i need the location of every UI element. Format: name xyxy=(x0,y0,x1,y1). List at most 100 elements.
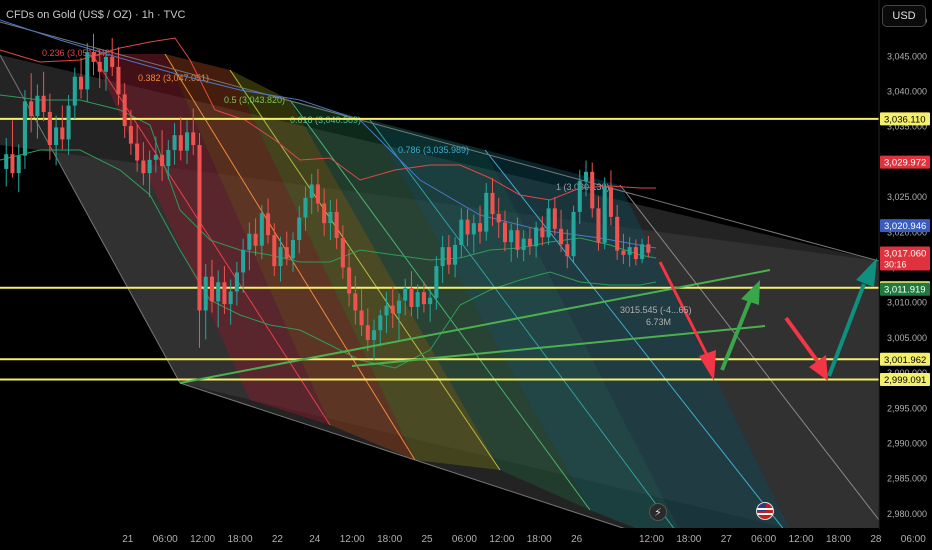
candle-body xyxy=(390,305,395,314)
candle-body xyxy=(97,61,102,72)
us-flag-icon[interactable] xyxy=(756,502,774,520)
candle-body xyxy=(440,247,445,267)
x-tick-label: 12:00 xyxy=(190,534,215,545)
candle-body xyxy=(259,213,264,246)
candle-body xyxy=(297,217,302,241)
candle-body xyxy=(640,244,645,260)
candle-body xyxy=(347,267,352,294)
candle-body xyxy=(484,192,489,232)
candle-body xyxy=(477,223,483,232)
y-tick-label: 3,045.000 xyxy=(887,51,927,61)
price-badge: 3,020.946 xyxy=(880,219,930,233)
price-badge-label: 3,020.946 xyxy=(884,221,926,232)
price-axis-panel[interactable] xyxy=(879,0,932,550)
candle-body xyxy=(153,154,158,160)
candle-body xyxy=(66,105,71,140)
price-badge: 3,029.972 xyxy=(880,155,930,169)
y-tick-label: 3,005.000 xyxy=(887,333,927,343)
candle-body xyxy=(35,95,40,117)
candle-body xyxy=(496,214,501,223)
candle-body xyxy=(203,276,208,311)
candle-body xyxy=(272,235,277,267)
candle-body xyxy=(521,238,526,250)
candle-body xyxy=(434,266,439,298)
candle-body xyxy=(446,247,451,265)
candle-body xyxy=(184,132,190,151)
candle-body xyxy=(534,227,539,247)
price-badge: 3,001.962 xyxy=(880,352,930,366)
candle-body xyxy=(340,237,345,268)
candle-body xyxy=(334,211,339,238)
candle-body xyxy=(409,287,414,307)
candle-body xyxy=(309,184,314,198)
x-tick-label: 12:00 xyxy=(789,534,814,545)
candle-body xyxy=(596,208,601,243)
x-tick-label: 12:00 xyxy=(489,534,514,545)
candle-body xyxy=(546,208,551,238)
candle-body xyxy=(552,208,557,229)
candle-body xyxy=(72,76,77,106)
candle-body xyxy=(365,325,370,341)
candle-body xyxy=(284,247,289,259)
candle-body xyxy=(315,184,320,204)
candle-body xyxy=(328,211,333,224)
x-axis: 21 06:00 12:00 18:00 22 24 12:00 18:00 25 06:00 12… xyxy=(122,534,926,545)
price-badge: 3,017.06030:16 xyxy=(880,246,930,271)
candle-body xyxy=(4,154,9,169)
candle-body xyxy=(209,276,214,302)
range-annotation: 3015.545 (-4...65) xyxy=(620,305,692,315)
x-tick-label: 18:00 xyxy=(676,534,701,545)
price-badge-label: 2,999.091 xyxy=(884,375,926,386)
y-tick-label: 3,010.000 xyxy=(887,298,927,308)
chart-title: CFDs on Gold (US$ / OZ) · 1h · TVC xyxy=(6,9,186,21)
y-tick-label: 2,990.000 xyxy=(887,439,927,449)
price-badge-label: 3,029.972 xyxy=(884,158,926,169)
candle-body xyxy=(602,187,607,243)
candle-body xyxy=(459,219,464,245)
candle-body xyxy=(278,247,283,267)
x-tick-label: 18:00 xyxy=(527,534,552,545)
candle-body xyxy=(396,300,402,314)
candle-body xyxy=(197,145,202,311)
x-tick-label: 27 xyxy=(721,534,733,545)
candle-body xyxy=(216,282,221,302)
candle-body xyxy=(29,101,34,117)
candle-body xyxy=(372,330,377,341)
x-tick-label: 22 xyxy=(272,534,284,545)
candle-body xyxy=(110,57,115,67)
candle xyxy=(602,177,607,250)
price-chart[interactable]: 0.236 (3,051.048) 0.382 (3,047.051) 0.5 … xyxy=(0,0,932,550)
price-badge-label: 3,036.110 xyxy=(884,114,926,125)
candle-body xyxy=(353,293,358,311)
candle-body xyxy=(128,126,133,144)
candle-body xyxy=(608,187,613,217)
fib-label-0786: 0.786 (3,035.989) xyxy=(398,145,469,155)
candle-body xyxy=(191,132,196,146)
candle-body xyxy=(571,211,576,257)
candle-body xyxy=(103,57,109,72)
candle-body xyxy=(160,154,165,167)
x-tick-label: 06:00 xyxy=(153,534,178,545)
fib-label-0382: 0.382 (3,047.051) xyxy=(138,73,209,83)
x-tick-label: 12:00 xyxy=(340,534,365,545)
lightning-bolt-icon[interactable]: ⚡ xyxy=(649,503,667,521)
price-badge: 3,011.919 xyxy=(880,282,930,296)
candle-body xyxy=(178,135,183,151)
candle-body xyxy=(621,250,626,255)
candle-body xyxy=(10,154,15,174)
candle-body xyxy=(428,297,433,305)
candle-body xyxy=(253,233,258,246)
candle xyxy=(571,205,576,262)
candle-body xyxy=(415,292,420,307)
candle-body xyxy=(502,222,507,243)
candle-body xyxy=(465,219,470,235)
candle-body xyxy=(116,66,121,95)
x-tick-label: 06:00 xyxy=(452,534,477,545)
currency-button[interactable]: USD xyxy=(882,5,926,27)
price-badge: 3,036.110 xyxy=(880,112,930,126)
x-tick-label: 18:00 xyxy=(227,534,252,545)
price-badge-label: 3,017.060 xyxy=(884,249,926,260)
candle-body xyxy=(627,247,632,255)
candle-body xyxy=(471,223,476,235)
candle-body xyxy=(590,171,595,209)
